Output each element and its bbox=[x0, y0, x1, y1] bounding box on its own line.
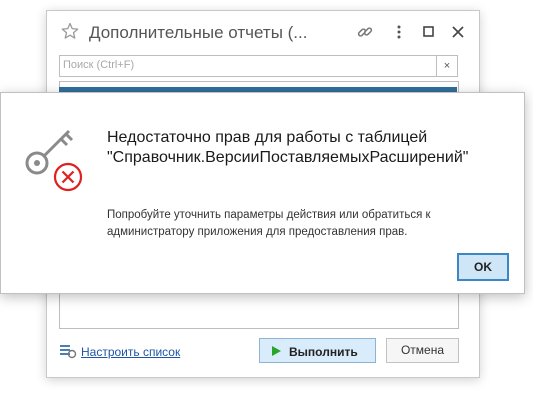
titlebar: Дополнительные отчеты (... bbox=[47, 11, 479, 53]
star-icon[interactable] bbox=[61, 22, 79, 45]
configure-list-link[interactable]: Настроить список bbox=[81, 345, 180, 359]
search-input[interactable]: Поиск (Ctrl+F) bbox=[63, 59, 134, 71]
list-settings-icon[interactable] bbox=[59, 343, 77, 364]
run-button-label: Выполнить bbox=[289, 345, 358, 359]
window-title: Дополнительные отчеты (... bbox=[89, 23, 308, 42]
more-icon[interactable] bbox=[390, 23, 408, 41]
maximize-icon[interactable] bbox=[420, 23, 438, 41]
error-title: Недостаточно прав для работы с таблицей … bbox=[107, 129, 469, 166]
error-icon bbox=[52, 161, 84, 198]
play-icon bbox=[270, 345, 282, 360]
cancel-button[interactable]: Отмена bbox=[386, 338, 459, 363]
ok-button[interactable]: OK bbox=[457, 253, 509, 281]
search-field[interactable]: Поиск (Ctrl+F) bbox=[59, 55, 437, 77]
search-clear-button[interactable]: × bbox=[437, 55, 458, 77]
link-icon[interactable] bbox=[356, 23, 374, 41]
error-description: Попробуйте уточнить параметры действия и… bbox=[107, 209, 431, 238]
run-button[interactable]: Выполнить bbox=[259, 338, 376, 363]
access-error-dialog: Недостаточно прав для работы с таблицей … bbox=[0, 92, 525, 294]
close-icon[interactable] bbox=[449, 23, 467, 41]
